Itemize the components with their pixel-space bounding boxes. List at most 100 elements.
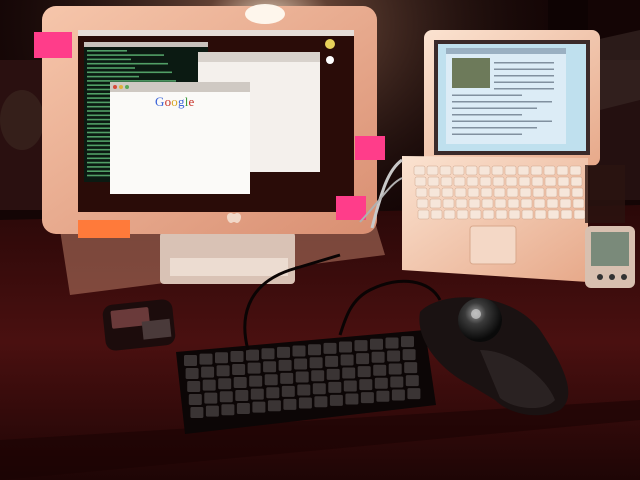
background-cable-bundle — [595, 30, 640, 110]
laptop-key — [428, 187, 441, 198]
keyboard-key — [295, 371, 309, 383]
keyboard-key — [356, 353, 370, 365]
keyboard-key — [204, 392, 218, 404]
laptop-trackpad — [469, 225, 517, 265]
pda-icon — [585, 226, 635, 288]
keyboard-key — [390, 376, 404, 388]
keyboard-key — [292, 345, 306, 357]
laptop-key — [429, 198, 442, 209]
keyboard-key — [190, 407, 204, 418]
keyboard-key — [401, 336, 414, 348]
terminal-line — [87, 75, 139, 78]
lamp-reflection — [245, 4, 285, 24]
laptop-key — [495, 209, 508, 220]
laptop-text-line — [452, 133, 522, 135]
keyboard-key — [280, 372, 294, 384]
laptop-key — [505, 176, 518, 187]
laptop-key — [508, 209, 521, 220]
terminal-line — [87, 58, 131, 61]
keyboard-key — [294, 358, 308, 370]
laptop-key — [417, 209, 430, 220]
keyboard-key — [402, 349, 416, 361]
laptop-key — [426, 165, 439, 176]
keyboard-key — [233, 376, 247, 388]
keyboard-key — [404, 362, 418, 374]
keyboard-key — [345, 393, 359, 405]
terminal-line — [87, 62, 168, 65]
left-background-bag — [0, 90, 44, 150]
keyboard-key — [325, 355, 339, 367]
keyboard-key — [230, 350, 244, 362]
keyboard-key — [371, 351, 385, 363]
keyboard-key — [215, 352, 228, 364]
keyboard-key — [340, 354, 354, 366]
laptop-key — [469, 209, 482, 220]
laptop-key — [573, 209, 586, 220]
terminal-line — [87, 50, 127, 52]
keyboard-key — [216, 365, 230, 377]
keyboard-key — [308, 344, 321, 356]
laptop-text-line — [452, 94, 522, 96]
laptop-key — [521, 209, 534, 220]
keyboard-key — [266, 387, 280, 399]
keyboard-key — [283, 398, 297, 410]
laptop-key — [439, 165, 452, 176]
keyboard-key — [298, 397, 312, 409]
keyboard-key — [373, 364, 387, 376]
laptop-key — [558, 187, 571, 198]
keyboard-key — [385, 337, 399, 349]
laptop-text-line — [494, 68, 554, 70]
sticky-note — [355, 136, 385, 160]
google-logo: Google — [155, 94, 195, 109]
keyboard-key — [261, 348, 275, 360]
keyboard-key — [312, 383, 326, 395]
terminal-line — [87, 71, 172, 74]
laptop-key — [440, 176, 453, 187]
laptop-key — [530, 165, 543, 176]
laptop-text-line — [452, 114, 522, 116]
menu-bar — [78, 30, 354, 36]
laptop-key — [478, 165, 491, 176]
laptop-key — [427, 176, 440, 187]
laptop-key — [571, 187, 584, 198]
laptop-key — [570, 176, 583, 187]
terminal-line — [87, 67, 135, 69]
keyboard-key — [201, 366, 215, 378]
laptop-key — [466, 176, 479, 187]
laptop-key — [533, 198, 546, 209]
keyboard-key — [359, 379, 373, 391]
laptop-key — [452, 165, 465, 176]
terminal-line — [87, 54, 164, 56]
keyboard-key — [309, 357, 323, 369]
laptop-key — [481, 198, 494, 209]
background-device — [585, 165, 625, 223]
keyboard-key — [376, 390, 390, 402]
desktop-icon — [325, 39, 335, 49]
laptop-key — [517, 165, 530, 176]
laptop-key — [453, 176, 466, 187]
keyboard-key — [264, 374, 278, 386]
laptop-key — [545, 187, 558, 198]
laptop-key — [493, 187, 506, 198]
keyboard-key — [314, 396, 328, 408]
keyboard-key — [236, 402, 250, 414]
laptop-key — [468, 198, 481, 209]
keyboard-key — [374, 377, 388, 389]
keyboard-key — [339, 341, 352, 353]
apple-logo-icon — [227, 213, 241, 223]
laptop-key — [506, 187, 519, 198]
laptop-key — [559, 198, 572, 209]
keyboard-key — [247, 362, 261, 374]
laptop-image-thumbnail — [452, 58, 490, 88]
laptop-key — [520, 198, 533, 209]
laptop-key — [414, 176, 427, 187]
keyboard-key — [221, 404, 235, 416]
laptop-key — [544, 176, 557, 187]
laptop-key — [413, 165, 426, 176]
keyboard-key — [354, 340, 368, 352]
laptop-text-line — [494, 88, 554, 90]
phone-icon — [102, 299, 176, 351]
laptop-key — [482, 209, 495, 220]
keyboard-key — [249, 375, 263, 387]
desktop-icon — [326, 56, 334, 64]
